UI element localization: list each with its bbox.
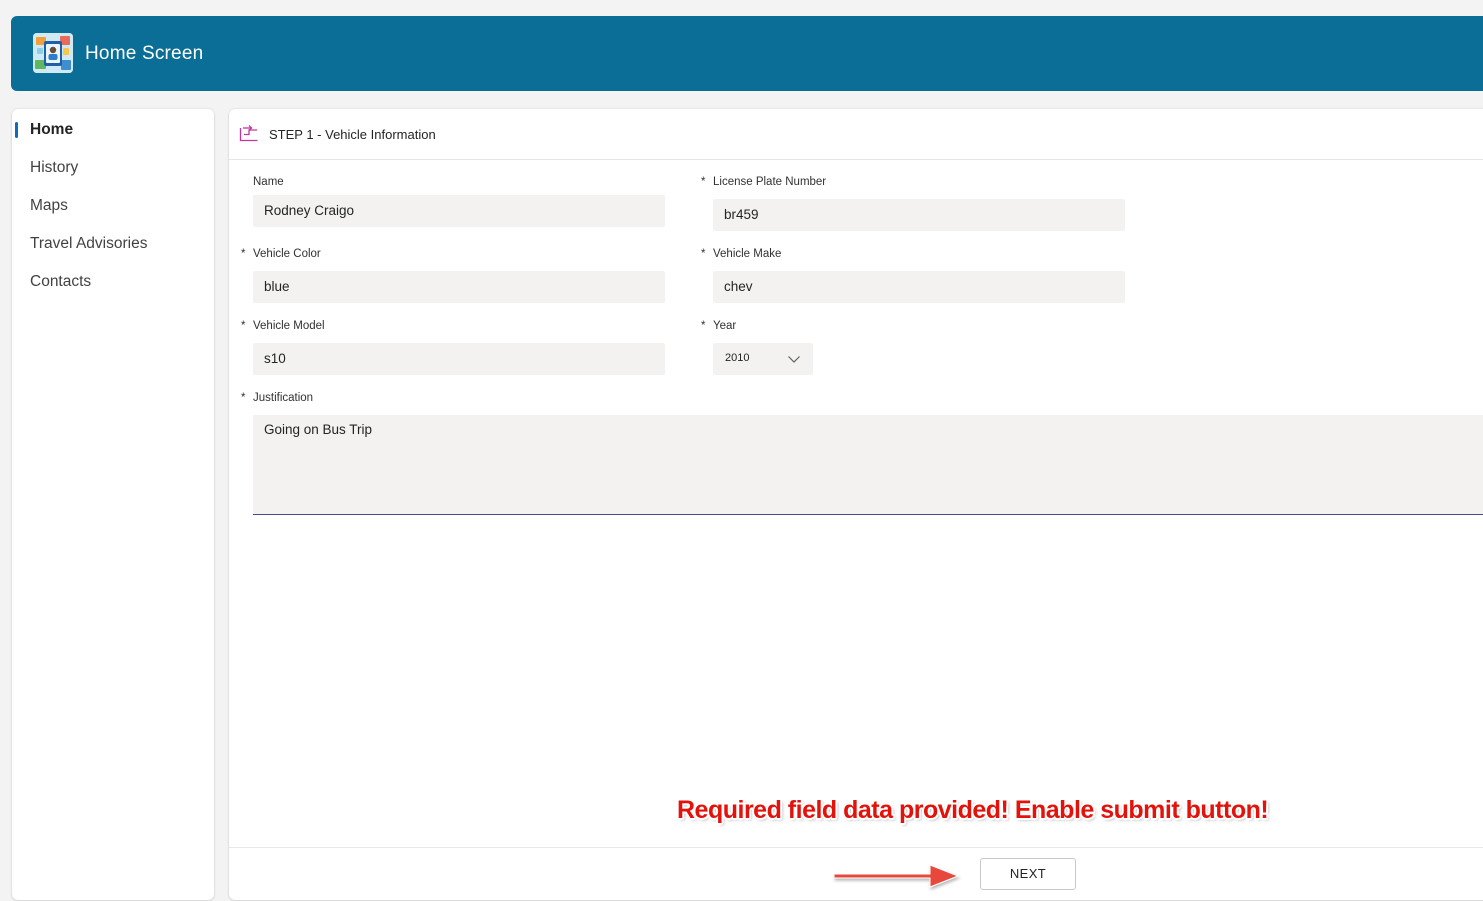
vehicle-form-panel: STEP 1 - Vehicle Information Name Rodney…	[229, 109, 1483, 900]
annotation-text: Required field data provided! Enable sub…	[677, 796, 1269, 824]
vehicle-model-label: Vehicle Model	[253, 320, 325, 332]
footer-divider	[229, 847, 1483, 848]
sidebar-item-label: Maps	[30, 197, 68, 214]
sidebar-item-maps[interactable]: Maps	[12, 191, 214, 221]
required-marker: *	[241, 320, 246, 332]
sidebar-item-label: Home	[30, 121, 74, 138]
sidebar-item-travel-advisories[interactable]: Travel Advisories	[12, 229, 214, 259]
app-title: Home Screen	[85, 43, 204, 64]
app-logo-icon	[33, 33, 73, 73]
chevron-down-icon	[788, 356, 800, 363]
name-field[interactable]: Rodney Craigo	[253, 195, 665, 227]
required-marker: *	[701, 320, 706, 332]
license-plate-field[interactable]: br459	[713, 199, 1125, 231]
required-marker: *	[701, 248, 706, 260]
sidebar-item-label: History	[30, 159, 79, 176]
sidebar-item-history[interactable]: History	[12, 153, 214, 183]
required-marker: *	[241, 392, 246, 404]
arrow-right-icon	[833, 864, 960, 888]
next-button[interactable]: NEXT	[980, 858, 1076, 890]
vehicle-model-field[interactable]: s10	[253, 343, 665, 375]
year-selected-value: 2010	[725, 352, 750, 364]
justification-label: Justification	[253, 392, 314, 404]
required-marker: *	[701, 176, 706, 188]
year-select[interactable]: 2010	[713, 343, 813, 375]
sidebar-item-label: Travel Advisories	[30, 235, 148, 252]
sidebar-item-label: Contacts	[30, 273, 92, 290]
step-flow-icon	[239, 125, 258, 142]
app-header: Home Screen	[11, 16, 1483, 91]
sidebar-item-home[interactable]: Home	[12, 115, 214, 145]
name-label: Name	[253, 176, 284, 188]
required-marker: *	[241, 248, 246, 260]
step-title: STEP 1 - Vehicle Information	[269, 127, 436, 142]
sidebar-nav: Home History Maps Travel Advisories Cont…	[12, 109, 214, 900]
vehicle-color-field[interactable]: blue	[253, 271, 665, 303]
license-plate-label: License Plate Number	[713, 176, 827, 188]
step-header: STEP 1 - Vehicle Information	[229, 109, 1483, 160]
vehicle-make-field[interactable]: chev	[713, 271, 1125, 303]
vehicle-color-label: Vehicle Color	[253, 248, 321, 260]
justification-textarea[interactable]: Going on Bus Trip	[253, 415, 1483, 515]
sidebar-item-contacts[interactable]: Contacts	[12, 267, 214, 297]
year-label: Year	[713, 320, 737, 332]
vehicle-make-label: Vehicle Make	[713, 248, 782, 260]
active-indicator	[15, 122, 18, 138]
